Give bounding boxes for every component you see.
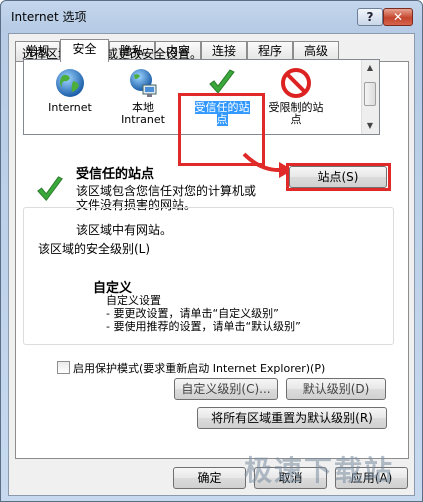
close-button[interactable]: ✕ — [383, 8, 413, 26]
security-level-title: 该区域的安全级别(L) — [35, 240, 154, 257]
zone-internet[interactable]: Internet — [29, 62, 111, 132]
sites-button[interactable]: 站点(S) — [289, 166, 387, 188]
window-title: Internet 选项 — [11, 10, 87, 24]
zone-label: 受限制的站点 — [268, 101, 324, 126]
red-arrow-icon — [242, 152, 293, 178]
scroll-up-icon[interactable]: ▲ — [362, 60, 378, 76]
title-bar[interactable]: Internet 选项 ? ✕ — [1, 1, 422, 31]
protected-mode-label: 启用保护模式(要求重新启动 Internet Explorer)(P) — [73, 362, 326, 375]
zone-label: 本地 Intranet — [121, 101, 165, 126]
ok-button[interactable]: 确定 — [173, 467, 246, 489]
watermark: 极速下载站 — [244, 454, 395, 487]
help-button[interactable]: ? — [357, 8, 383, 26]
custom-level-button[interactable]: 自定义级别(C)... — [174, 378, 278, 400]
scroll-down-icon[interactable]: ▼ — [362, 118, 378, 134]
zone-label: Internet — [48, 101, 92, 114]
tab-programs[interactable]: 程序 — [247, 41, 293, 61]
protected-mode-checkbox[interactable] — [57, 361, 70, 374]
tab-security[interactable]: 安全 — [60, 39, 109, 62]
zone-list-scrollbar[interactable]: ▲ ▼ — [361, 60, 379, 134]
zone-title: 受信任的站点 — [76, 167, 155, 182]
globe-icon — [56, 69, 84, 97]
level-description: 自定义设置 - 要更改设置，请单击“自定义级别” - 要使用推荐的设置，请单击“… — [106, 294, 301, 333]
zone-desc-line: 该区域包含您信任对您的计算机或 — [76, 184, 257, 198]
green-check-icon — [37, 176, 63, 202]
level-desc-line: - 要更改设置，请单击“自定义级别” — [106, 307, 279, 320]
reset-all-zones-button[interactable]: 将所有区域重置为默认级别(R) — [197, 407, 387, 429]
tab-connections[interactable]: 连接 — [201, 41, 247, 61]
tab-advanced[interactable]: 高级 — [293, 41, 339, 61]
zone-restricted-sites[interactable]: 受限制的站点 — [255, 62, 337, 132]
scroll-thumb[interactable] — [364, 82, 376, 106]
level-desc-line: 自定义设置 — [106, 294, 161, 307]
red-no-icon — [281, 68, 311, 98]
default-level-button[interactable]: 默认级别(D) — [286, 378, 386, 400]
internet-options-window: Internet 选项 ? ✕ 常规 安全 隐私 内容 连接 程序 高级 选择区… — [0, 0, 423, 502]
zone-local-intranet[interactable]: 本地 Intranet — [102, 62, 184, 132]
level-desc-line: - 要使用推荐的设置，请单击“默认级别” — [106, 320, 301, 333]
network-globe-icon — [130, 69, 157, 97]
